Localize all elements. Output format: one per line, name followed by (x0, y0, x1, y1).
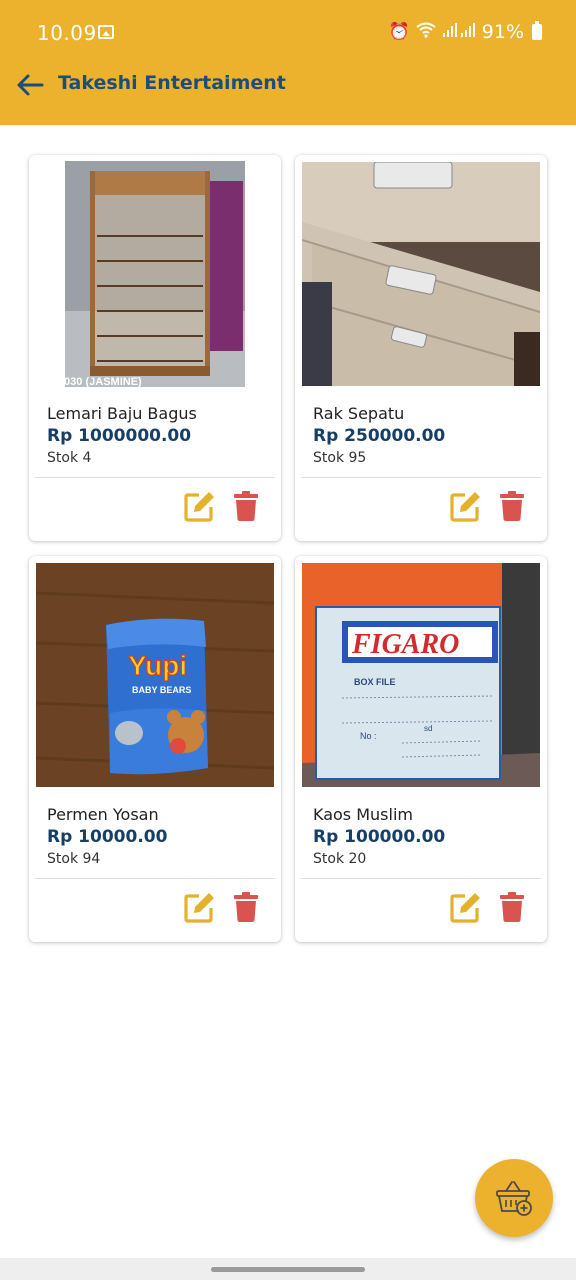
home-handle[interactable] (211, 1267, 365, 1272)
product-price: Rp 250000.00 (313, 426, 446, 446)
status-time: 10.09 (37, 21, 97, 45)
page-title: Takeshi Entertaiment (58, 72, 286, 94)
product-price: Rp 10000.00 (47, 827, 168, 847)
image-sub: BOX FILE (354, 677, 396, 687)
image-brand: FIGARO (351, 629, 459, 660)
app-header: 10.09 ⏰ 91% Takeshi Entertaiment (0, 0, 576, 125)
product-stock: Stok 94 (47, 851, 101, 867)
product-image: Yupi BABY BEARS (36, 563, 274, 787)
image-caption-1: *JATI (39, 365, 61, 375)
product-stock: Stok 95 (313, 450, 367, 466)
alarm-icon: ⏰ (388, 22, 410, 42)
trash-icon[interactable] (499, 491, 525, 521)
product-card[interactable]: Yupi BABY BEARS Permen Yosan Rp 10000.00… (29, 556, 281, 942)
image-sd: sd (424, 724, 432, 733)
status-icons: ⏰ 91% (389, 21, 542, 43)
product-price: Rp 100000.00 (313, 827, 446, 847)
trash-icon[interactable] (233, 892, 259, 922)
product-name: Rak Sepatu (313, 404, 405, 423)
trash-icon[interactable] (499, 892, 525, 922)
product-card[interactable]: Rak Sepatu Rp 250000.00 Stok 95 (295, 155, 547, 541)
product-price: Rp 1000000.00 (47, 426, 192, 446)
battery-icon (532, 21, 542, 40)
image-no: No : (360, 731, 377, 741)
system-nav-bar (0, 1258, 576, 1280)
status-bar: 10.09 ⏰ 91% (0, 0, 576, 66)
card-divider (301, 477, 541, 478)
product-name: Permen Yosan (47, 805, 159, 824)
card-divider (301, 878, 541, 879)
image-sub: BABY BEARS (132, 685, 191, 695)
edit-icon[interactable] (183, 489, 217, 523)
product-name: Lemari Baju Bagus (47, 404, 197, 423)
trash-icon[interactable] (233, 491, 259, 521)
image-caption-2: RS-6030 (JASMINE) (39, 376, 142, 387)
product-card[interactable]: FIGARO BOX FILE No : sd Kaos Muslim Rp 1… (295, 556, 547, 942)
product-image: FIGARO BOX FILE No : sd (302, 563, 540, 787)
wifi-icon (416, 22, 436, 43)
arrow-left-icon[interactable] (14, 70, 46, 100)
product-name: Kaos Muslim (313, 805, 413, 824)
product-image: *JATI RS-6030 (JASMINE) (35, 161, 275, 387)
add-basket-icon (496, 1181, 532, 1216)
product-stock: Stok 4 (47, 450, 92, 466)
product-card[interactable]: *JATI RS-6030 (JASMINE) Lemari Baju Bagu… (29, 155, 281, 541)
add-product-button[interactable] (475, 1159, 553, 1237)
edit-icon[interactable] (449, 890, 483, 924)
edit-icon[interactable] (183, 890, 217, 924)
signal-icon (442, 22, 476, 43)
gallery-icon (98, 25, 114, 39)
card-divider (35, 477, 275, 478)
product-stock: Stok 20 (313, 851, 367, 867)
image-brand: Yupi (128, 650, 187, 681)
battery-percent: 91% (481, 21, 524, 43)
edit-icon[interactable] (449, 489, 483, 523)
product-image (302, 162, 540, 386)
card-divider (35, 878, 275, 879)
